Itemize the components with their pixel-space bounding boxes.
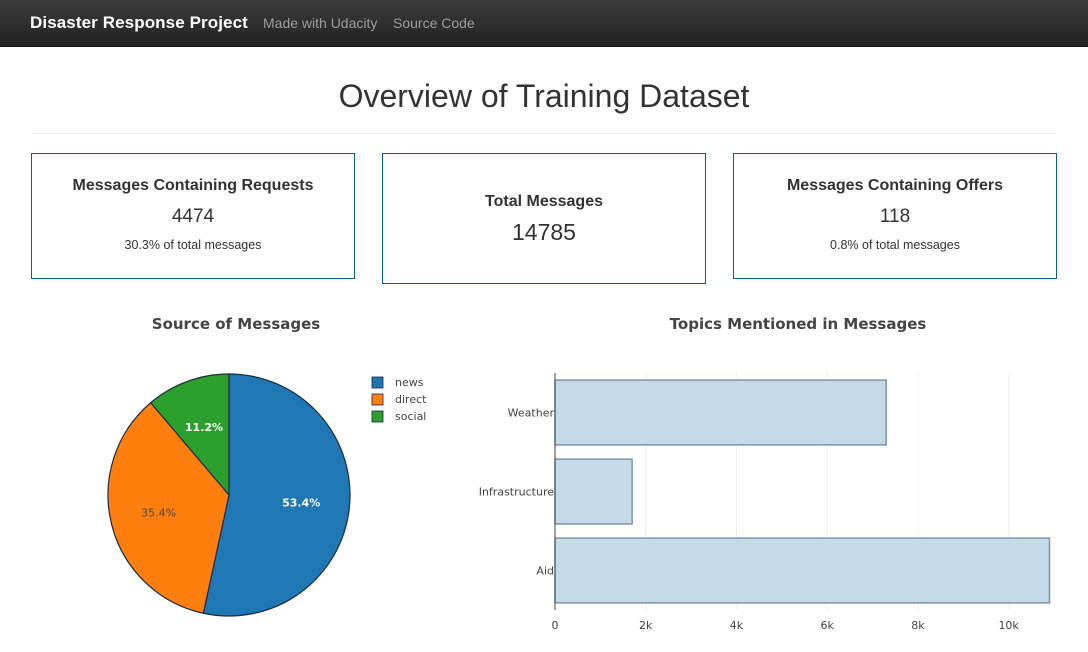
y-tick-label-aid: Aid [536,565,554,578]
legend-label-social: social [395,410,426,423]
pie-label-direct: 35.4% [141,507,176,520]
requests-card-note: 30.3% of total messages [124,238,262,252]
legend-swatch-direct [371,393,384,406]
total-messages-card-title: Total Messages [485,193,603,210]
bar-aid [554,537,1051,604]
x-tick-label-2k: 2k [639,619,653,632]
x-tick-label-4k: 4k [730,619,744,632]
offers-card: Messages Containing Offers 118 0.8% of t… [733,153,1057,279]
offers-card-title: Messages Containing Offers [786,177,1004,194]
requests-card-title: Messages Containing Requests [72,177,314,194]
total-messages-card-value: 14785 [512,219,576,245]
legend-label-direct: direct [395,393,427,406]
x-tick-label-10k: 10k [998,619,1019,632]
x-tick-label-6k: 6k [820,619,834,632]
bar-infrastructure [554,458,633,525]
pie-label-social: 11.2% [185,421,223,434]
page-title: Overview of Training Dataset [338,78,750,114]
source-pie-chart: 53.4% 35.4% 11.2% news direct social [107,373,427,617]
bar-weather [554,379,887,446]
pie-chart-title: Source of Messages [151,315,321,333]
requests-card-value: 4474 [171,206,215,227]
x-tick-label-0: 0 [552,619,559,632]
offers-card-value: 118 [879,206,911,227]
brand-link[interactable]: Disaster Response Project [30,13,248,33]
legend-swatch-social [371,410,384,423]
y-tick-label-infrastructure: Infrastructure [479,486,555,499]
topics-bar-chart: 0 2k 4k 6k 8k 10k Weather Infrastructure Aid [479,373,1051,632]
nav-link-udacity[interactable]: Made with Udacity [263,15,377,31]
y-tick-label-weather: Weather [508,407,555,420]
legend-label-news: news [395,376,424,389]
title-divider [31,133,1057,134]
bar-chart-title: Topics Mentioned in Messages [669,315,927,333]
total-messages-card: Total Messages 14785 [382,153,706,284]
navbar: Disaster Response Project Made with Udac… [0,0,1088,47]
x-tick-label-8k: 8k [911,619,925,632]
legend-swatch-news [371,376,384,389]
pie-label-news: 53.4% [282,497,320,510]
offers-card-note: 0.8% of total messages [830,238,960,252]
nav-link-source-code[interactable]: Source Code [393,15,475,31]
requests-card: Messages Containing Requests 4474 30.3% … [31,153,355,279]
